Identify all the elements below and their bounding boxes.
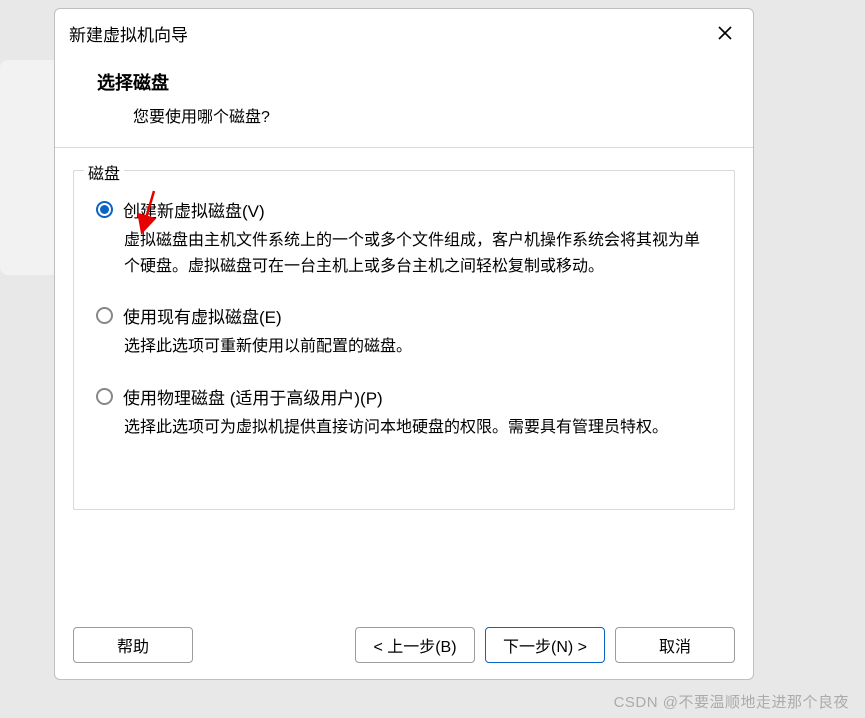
option-use-existing-disk: 使用现有虚拟磁盘(E) 选择此选项可重新使用以前配置的磁盘。 [96, 303, 712, 360]
background-panel [0, 60, 60, 275]
radio-line[interactable]: 使用物理磁盘 (适用于高级用户)(P) [96, 384, 712, 409]
radio-description: 选择此选项可重新使用以前配置的磁盘。 [124, 334, 712, 360]
option-use-physical-disk: 使用物理磁盘 (适用于高级用户)(P) 选择此选项可为虚拟机提供直接访问本地硬盘… [96, 384, 712, 441]
watermark-text: CSDN @不要温顺地走进那个良夜 [614, 691, 849, 712]
button-bar: 帮助 < 上一步(B) 下一步(N) > 取消 [55, 615, 753, 679]
close-icon [717, 25, 733, 41]
disk-fieldset: 磁盘 [73, 170, 735, 510]
dialog-title: 新建虚拟机向导 [69, 21, 188, 46]
radio-line[interactable]: 使用现有虚拟磁盘(E) [96, 303, 712, 328]
radio-description: 选择此选项可为虚拟机提供直接访问本地硬盘的权限。需要具有管理员特权。 [124, 415, 712, 441]
radio-line[interactable]: 创建新虚拟磁盘(V) [96, 197, 712, 222]
close-button[interactable] [711, 19, 739, 47]
radio-label[interactable]: 使用现有虚拟磁盘(E) [123, 303, 282, 328]
radio-label[interactable]: 创建新虚拟磁盘(V) [123, 197, 265, 222]
next-button[interactable]: 下一步(N) > [485, 627, 605, 663]
help-button[interactable]: 帮助 [73, 627, 193, 663]
radio-description: 虚拟磁盘由主机文件系统上的一个或多个文件组成，客户机操作系统会将其视为单个硬盘。… [124, 228, 712, 279]
header-title: 选择磁盘 [97, 69, 723, 95]
title-bar: 新建虚拟机向导 [55, 9, 753, 53]
disk-radio-group: 创建新虚拟磁盘(V) 虚拟磁盘由主机文件系统上的一个或多个文件组成，客户机操作系… [96, 197, 712, 440]
radio-input-create-new[interactable] [96, 201, 113, 218]
back-button[interactable]: < 上一步(B) [355, 627, 475, 663]
option-create-new-disk: 创建新虚拟磁盘(V) 虚拟磁盘由主机文件系统上的一个或多个文件组成，客户机操作系… [96, 197, 712, 279]
content-area: 磁盘 [55, 148, 753, 615]
radio-input-physical[interactable] [96, 388, 113, 405]
radio-input-existing[interactable] [96, 307, 113, 324]
radio-label[interactable]: 使用物理磁盘 (适用于高级用户)(P) [123, 384, 383, 409]
header-section: 选择磁盘 您要使用哪个磁盘? [55, 53, 753, 148]
new-vm-wizard-dialog: 新建虚拟机向导 选择磁盘 您要使用哪个磁盘? 磁盘 [54, 8, 754, 680]
fieldset-legend: 磁盘 [84, 160, 124, 184]
header-subtitle: 您要使用哪个磁盘? [133, 103, 723, 127]
cancel-button[interactable]: 取消 [615, 627, 735, 663]
